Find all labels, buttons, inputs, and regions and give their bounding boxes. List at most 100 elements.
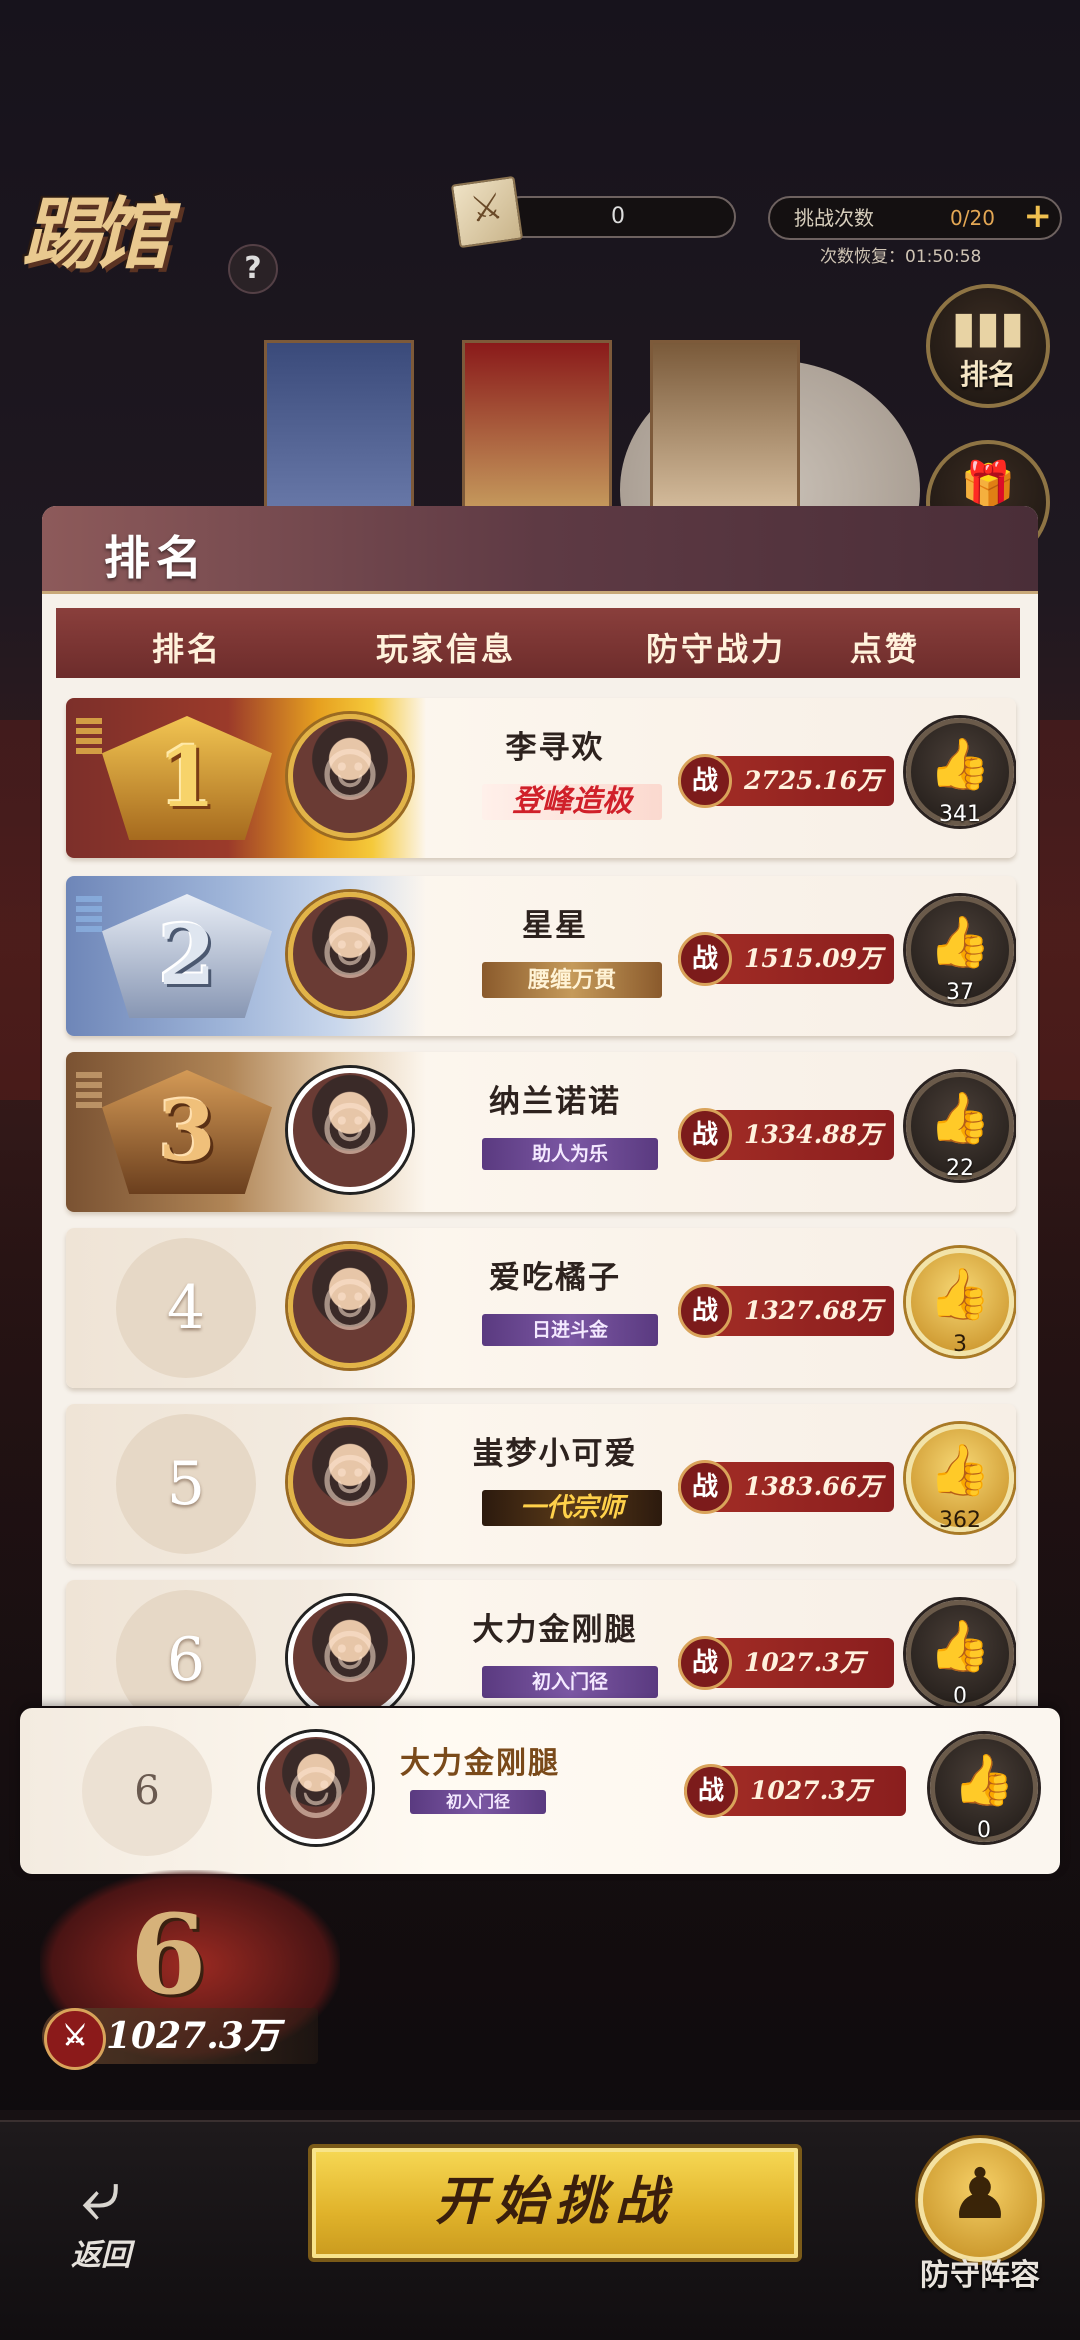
avatar[interactable]	[288, 1068, 412, 1192]
like-button[interactable]: 👍 22	[906, 1072, 1014, 1181]
rank-1-banner	[462, 340, 612, 520]
avatar[interactable]	[288, 714, 412, 838]
table-row[interactable]: 5 蚩梦小可爱 一代宗师 战 1383.66万 👍 362	[66, 1404, 1016, 1564]
defense-power: 战 1334.88万	[678, 1108, 894, 1162]
player-name: 蚩梦小可爱	[472, 1436, 638, 1472]
like-count: 341	[939, 802, 981, 827]
player-title-badge: 初入门径	[482, 1666, 658, 1698]
my-power-value: 1027.3万	[750, 1776, 871, 1805]
my-title-badge: 初入门径	[410, 1790, 546, 1814]
battle-icon: 战	[684, 1764, 738, 1818]
like-count: 37	[946, 980, 974, 1005]
add-challenge-button[interactable]: +	[1024, 196, 1053, 236]
power-value: 1327.68万	[744, 1296, 883, 1325]
table-row[interactable]: 6 大力金刚腿 初入门径 战1027.3万 👍0	[66, 1580, 1016, 1706]
thumbs-up-icon: 👍	[928, 1265, 992, 1323]
col-player-info: 玩家信息	[376, 630, 517, 668]
like-button[interactable]: 👍 37	[906, 896, 1014, 1005]
my-like-button[interactable]: 👍 0	[930, 1734, 1038, 1843]
ticket-icon	[450, 175, 524, 249]
power-value: 1027.3万	[744, 1648, 865, 1677]
table-row[interactable]: 3 纳兰诺诺 助人为乐 战 1334.88万 👍 22	[66, 1052, 1016, 1212]
challenge-label: 挑战次数	[794, 206, 874, 230]
player-title-badge: 助人为乐	[482, 1138, 658, 1170]
gift-icon: 🎁	[960, 459, 1016, 510]
like-count: 0	[953, 1684, 967, 1706]
table-row[interactable]: 1 李寻欢 登峰造极 战 2725.16万 👍 341	[66, 698, 1016, 858]
like-count: 362	[939, 1508, 981, 1533]
table-row[interactable]: 4 爱吃橘子 日进斗金 战1327.68万 👍3	[66, 1228, 1016, 1388]
like-count: 22	[946, 1156, 974, 1181]
col-rank: 排名	[152, 630, 223, 668]
panel-title: 排名	[104, 531, 208, 585]
player-name: 爱吃橘子	[489, 1260, 621, 1296]
back-arrow-icon: ⤶	[81, 2154, 121, 2236]
player-name: 大力金刚腿	[472, 1612, 638, 1648]
rank-number: 1	[158, 730, 216, 826]
defense-lineup-label: 防守阵容	[920, 2258, 1040, 2293]
thumbs-up-icon: 👍	[952, 1751, 1016, 1809]
ticket-counter: 0	[500, 196, 736, 238]
table-row[interactable]: 2 星星 腰缠万贯 战 1515.09万 👍 37	[66, 876, 1016, 1036]
power-value: 1334.88万	[744, 1120, 883, 1149]
chess-pawn-icon	[918, 2138, 1042, 2262]
ranking-panel: 排名 排名 玩家信息 防守战力 点赞 1 李寻欢 登峰造极 战 2725.16万 …	[42, 506, 1038, 1706]
thumbs-up-icon: 👍	[928, 913, 992, 971]
defense-power: 战 1027.3万	[678, 1636, 894, 1690]
power-value: 2725.16万	[744, 766, 883, 795]
challenge-counter: 挑战次数 0/20 +	[768, 196, 1062, 240]
col-defense-power: 防守战力	[646, 630, 787, 668]
player-name: 纳兰诺诺	[489, 1084, 621, 1120]
game-mode-logo: 踢馆	[22, 189, 170, 280]
rank-number: 3	[158, 1084, 216, 1180]
power-value: 1515.09万	[744, 944, 883, 973]
thumbs-up-icon: 👍	[928, 735, 992, 793]
rank-number: 4	[116, 1238, 256, 1378]
help-button[interactable]: ?	[228, 244, 278, 294]
rank-2-banner	[264, 340, 414, 520]
ranking-side-label: 排名	[959, 358, 1016, 391]
my-avatar[interactable]	[260, 1732, 372, 1844]
rank-number: 2	[158, 908, 216, 1004]
flag-icon	[76, 896, 102, 936]
player-title-badge: 登峰造极	[482, 784, 662, 820]
battle-icon: 战	[678, 1636, 732, 1690]
defense-power: 战 2725.16万	[678, 754, 894, 808]
like-button[interactable]: 👍 341	[906, 718, 1014, 827]
flag-icon	[76, 1072, 102, 1112]
my-player-name: 大力金刚腿	[400, 1746, 560, 1781]
defense-power: 战 1383.66万	[678, 1460, 894, 1514]
thumbs-up-icon: 👍	[928, 1089, 992, 1147]
my-rank-number: 6	[82, 1726, 212, 1856]
my-ranking-row[interactable]: 6 大力金刚腿 初入门径 战1027.3万 👍0	[20, 1708, 1060, 1874]
power-value: 1383.66万	[744, 1472, 883, 1501]
my-defense-power: 战 1027.3万	[684, 1764, 906, 1818]
battle-icon: 战	[678, 754, 732, 808]
my-rank-big-number: 6	[130, 1890, 207, 2019]
start-challenge-button[interactable]: 开始挑战	[308, 2144, 802, 2262]
ranking-side-button[interactable]: ▮▮▮ 排名	[926, 284, 1050, 408]
avatar[interactable]	[288, 892, 412, 1016]
defense-lineup-button[interactable]: 防守阵容	[900, 2138, 1060, 2318]
like-count: 3	[953, 1332, 967, 1357]
thumbs-up-icon: 👍	[928, 1441, 992, 1499]
column-header: 排名 玩家信息 防守战力 点赞	[56, 608, 1020, 678]
thumbs-up-icon: 👍	[928, 1617, 992, 1675]
player-name: 星星	[522, 908, 588, 944]
player-title-badge: 一代宗师	[482, 1490, 662, 1526]
avatar[interactable]	[288, 1244, 412, 1368]
like-button[interactable]: 👍 362	[906, 1424, 1014, 1533]
player-title-badge: 日进斗金	[482, 1314, 658, 1346]
back-button[interactable]: ⤶ 返回	[36, 2160, 166, 2280]
like-button[interactable]: 👍 3	[906, 1248, 1014, 1357]
battle-icon: 战	[678, 1284, 732, 1338]
defense-power: 战 1515.09万	[678, 932, 894, 986]
col-likes: 点赞	[850, 630, 921, 668]
battle-icon: 战	[678, 1460, 732, 1514]
my-like-count: 0	[977, 1818, 991, 1843]
player-name: 李寻欢	[505, 730, 605, 766]
back-label: 返回	[71, 2238, 131, 2273]
flag-icon	[76, 718, 102, 758]
like-button[interactable]: 👍 0	[906, 1600, 1014, 1706]
avatar[interactable]	[288, 1420, 412, 1544]
